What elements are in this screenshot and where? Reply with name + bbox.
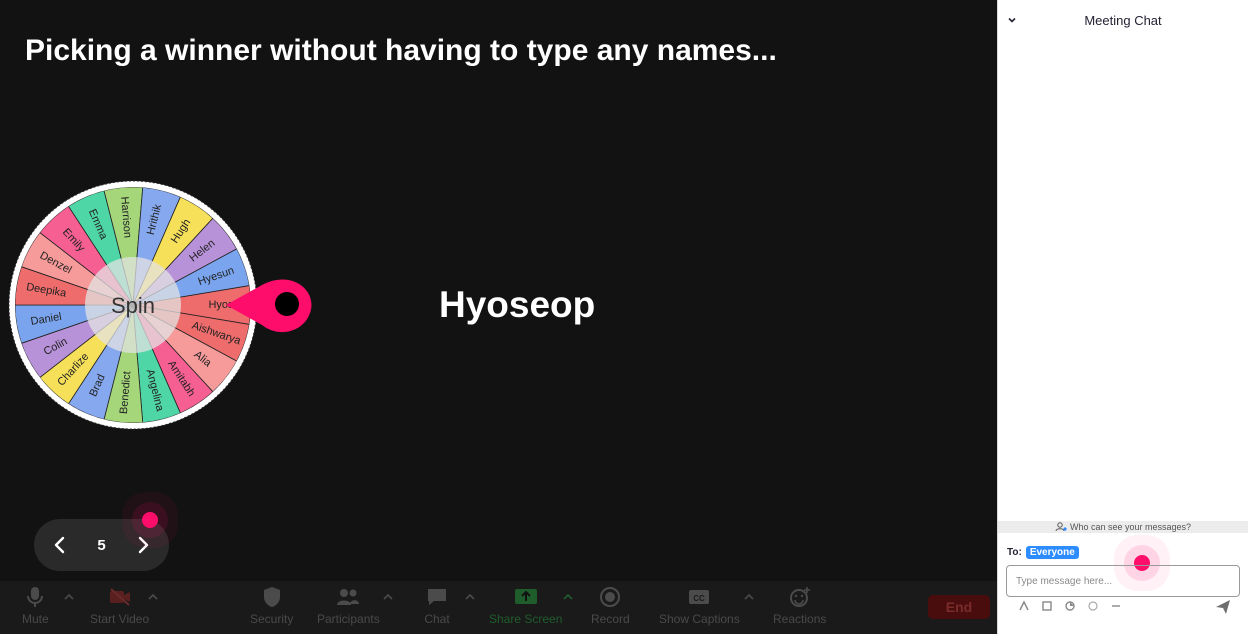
share-screen-button[interactable]: Share Screen: [489, 585, 562, 626]
spinner-wheel[interactable]: Hyos Aishwarya Alia Amitabh Angelina Benedict…: [0, 175, 320, 435]
chevron-up-icon[interactable]: [464, 591, 476, 603]
svg-text:CC: CC: [694, 594, 706, 603]
chat-panel: Meeting Chat Who can see your messages? …: [997, 0, 1248, 634]
participants-label: Participants: [317, 612, 380, 626]
shield-icon: [259, 585, 285, 609]
slide-title: Picking a winner without having to type …: [25, 34, 777, 67]
chat-label: Chat: [424, 612, 450, 626]
message-input[interactable]: Type message here...: [1006, 565, 1240, 597]
chevron-up-icon[interactable]: [743, 591, 755, 603]
chevron-up-icon[interactable]: [562, 591, 574, 603]
chevron-up-icon[interactable]: [382, 591, 394, 603]
emoji-add-icon: [787, 585, 813, 609]
next-slide-button[interactable]: [133, 535, 153, 555]
start-video-label: Start Video: [90, 612, 150, 626]
meeting-toolbar: Mute Start Video Security Participants C…: [0, 581, 997, 634]
chevron-down-icon[interactable]: [1006, 14, 1018, 26]
participants-button[interactable]: Participants: [317, 585, 380, 626]
chat-messages: [998, 40, 1248, 521]
reactions-button[interactable]: Reactions: [773, 585, 826, 626]
pointer-highlight: [142, 512, 158, 528]
chevron-up-icon[interactable]: [63, 591, 75, 603]
chat-title: Meeting Chat: [1084, 12, 1162, 28]
end-meeting-button[interactable]: End: [928, 595, 990, 619]
record-label: Record: [591, 612, 630, 626]
send-icon[interactable]: [1214, 598, 1232, 616]
video-off-icon: [107, 585, 133, 609]
chevron-up-icon[interactable]: [147, 591, 159, 603]
chat-header: Meeting Chat: [998, 0, 1248, 40]
spin-button-label[interactable]: Spin: [111, 293, 155, 318]
show-captions-label: Show Captions: [659, 612, 740, 626]
share-screen-icon: [513, 585, 539, 609]
start-video-button[interactable]: Start Video: [90, 585, 149, 626]
record-icon: [597, 585, 623, 609]
recipient-row: To: Everyone: [1007, 546, 1079, 559]
winner-name: Hyoseop: [439, 284, 596, 325]
user-visibility-icon: [1055, 522, 1067, 532]
chat-tools: [1018, 600, 1122, 612]
security-label: Security: [250, 612, 294, 626]
reactions-label: Reactions: [773, 612, 827, 626]
message-visibility-link[interactable]: Who can see your messages?: [998, 521, 1248, 533]
chevron-right-icon: [138, 536, 149, 554]
format-icon[interactable]: [1018, 600, 1030, 612]
prev-slide-button[interactable]: [50, 535, 70, 555]
participants-icon: [335, 585, 361, 609]
recipient-selector[interactable]: Everyone: [1025, 546, 1079, 559]
to-label: To:: [1007, 547, 1022, 558]
more-icon[interactable]: [1110, 600, 1122, 612]
emoji-icon[interactable]: [1087, 600, 1099, 612]
slide-number: 5: [97, 536, 106, 554]
zoom-window: Picking a winner without having to type …: [0, 0, 1248, 634]
meeting-stage: Picking a winner without having to type …: [0, 0, 997, 634]
captions-icon: CC: [686, 585, 712, 609]
wheel-graphic[interactable]: HyosAishwaryaAliaAmitabhAngelinaBenedict…: [0, 175, 320, 435]
record-button[interactable]: Record: [591, 585, 630, 626]
share-screen-label: Share Screen: [489, 612, 563, 626]
visibility-note: Who can see your messages?: [1069, 522, 1192, 532]
mute-button[interactable]: Mute: [22, 585, 49, 626]
chat-bubble-icon: [424, 585, 450, 609]
mute-label: Mute: [22, 612, 49, 626]
file-icon[interactable]: [1064, 600, 1076, 612]
screenshot-icon[interactable]: [1041, 600, 1053, 612]
show-captions-button[interactable]: CC Show Captions: [659, 585, 740, 626]
chevron-left-icon: [54, 536, 65, 554]
security-button[interactable]: Security: [250, 585, 293, 626]
chat-button[interactable]: Chat: [424, 585, 450, 626]
microphone-icon: [22, 585, 48, 609]
